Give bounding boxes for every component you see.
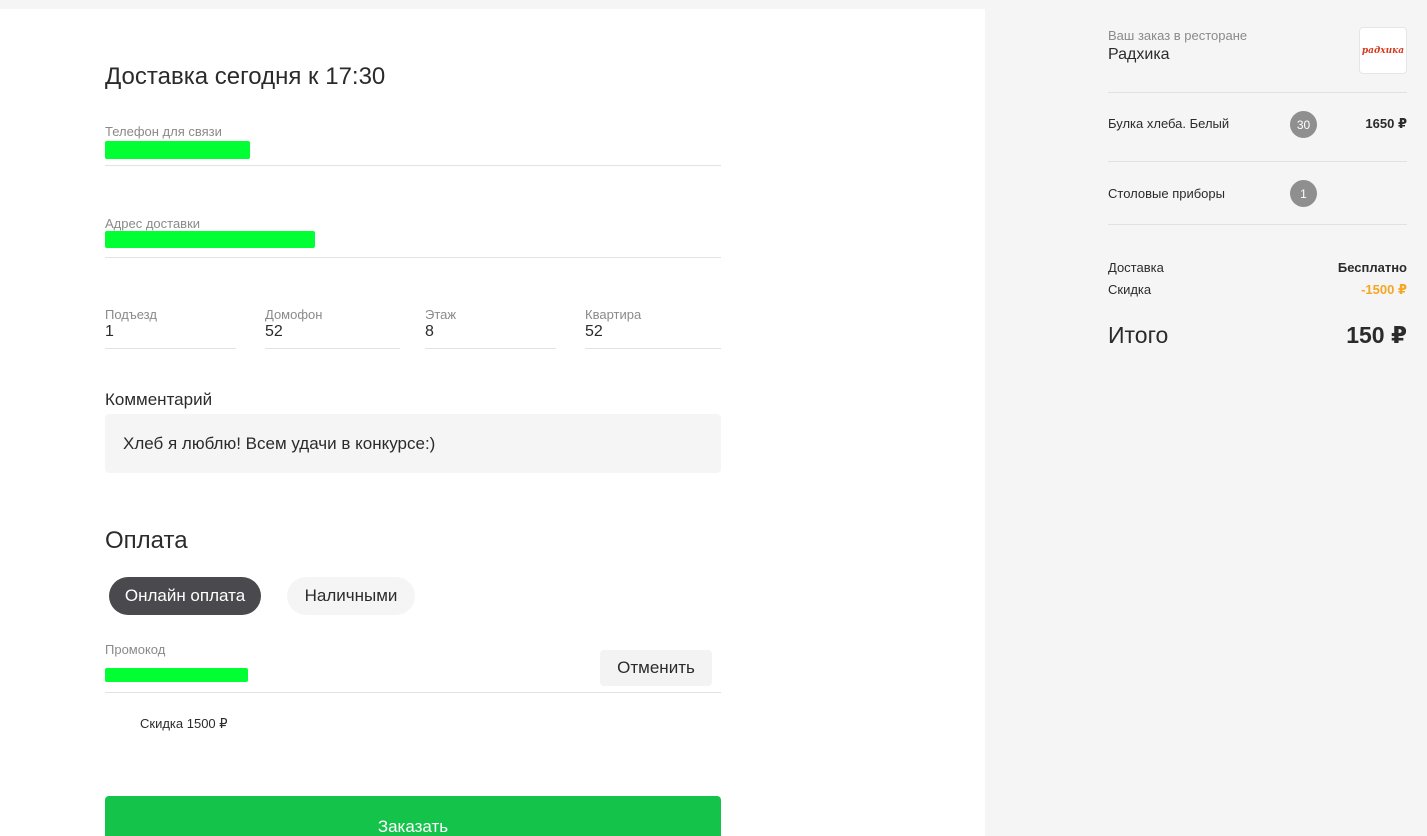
- promo-field[interactable]: [105, 668, 248, 682]
- floor-underline: [425, 348, 556, 349]
- order-item-qty: 1: [1290, 180, 1317, 207]
- address-field[interactable]: [105, 231, 315, 248]
- address-label: Адрес доставки: [105, 216, 201, 231]
- entrance-label: Подъезд: [105, 307, 157, 322]
- phone-field[interactable]: [105, 141, 250, 159]
- order-header-label: Ваш заказ в ресторане: [1108, 28, 1248, 43]
- discount-value: -1500 ₽: [1361, 282, 1407, 297]
- cancel-promo-button[interactable]: Отменить: [600, 650, 712, 686]
- promo-label: Промокод: [105, 642, 166, 657]
- intercom-underline: [265, 348, 400, 349]
- delivery-cost-label: Доставка: [1108, 260, 1164, 275]
- delivery-title: Доставка сегодня к 17:30: [105, 63, 386, 90]
- order-summary-panel: Ваш заказ в ресторане Радхика радхика Бу…: [985, 0, 1427, 836]
- order-item-price: 1650 ₽: [1365, 116, 1407, 131]
- restaurant-logo-text: радхика: [1361, 45, 1405, 56]
- floor-field[interactable]: 8: [425, 323, 434, 341]
- promo-underline: [105, 692, 721, 693]
- intercom-label: Домофон: [265, 307, 323, 322]
- total-label: Итого: [1108, 322, 1169, 348]
- restaurant-name: Радхика: [1108, 46, 1170, 63]
- divider: [1108, 161, 1407, 162]
- order-item-name: Булка хлеба. Белый: [1108, 116, 1230, 131]
- order-button[interactable]: Заказать: [105, 796, 721, 836]
- comment-label: Комментарий: [105, 390, 213, 409]
- divider: [1108, 224, 1407, 225]
- entrance-underline: [105, 348, 236, 349]
- online-payment-option[interactable]: Онлайн оплата: [109, 577, 261, 615]
- intercom-field[interactable]: 52: [265, 323, 283, 341]
- checkout-form-panel: Доставка сегодня к 17:30 Телефон для свя…: [0, 9, 985, 836]
- phone-label: Телефон для связи: [105, 124, 222, 139]
- address-underline: [105, 257, 721, 258]
- phone-underline: [105, 165, 721, 166]
- delivery-cost-value: Бесплатно: [1337, 260, 1407, 275]
- discount-note: Скидка 1500 ₽: [140, 716, 228, 731]
- order-item-name: Столовые приборы: [1108, 186, 1225, 201]
- discount-label: Скидка: [1108, 282, 1152, 297]
- cash-payment-option[interactable]: Наличными: [287, 577, 415, 615]
- payment-title: Оплата: [105, 527, 188, 554]
- comment-field[interactable]: Хлеб я люблю! Всем удачи в конкурсе:): [105, 414, 721, 473]
- restaurant-logo: радхика: [1359, 27, 1407, 74]
- floor-label: Этаж: [425, 307, 457, 322]
- apartment-underline: [585, 348, 721, 349]
- entrance-field[interactable]: 1: [105, 323, 114, 341]
- total-value: 150 ₽: [1346, 322, 1407, 348]
- divider: [1108, 92, 1407, 93]
- apartment-field[interactable]: 52: [585, 323, 603, 341]
- apartment-label: Квартира: [585, 307, 642, 322]
